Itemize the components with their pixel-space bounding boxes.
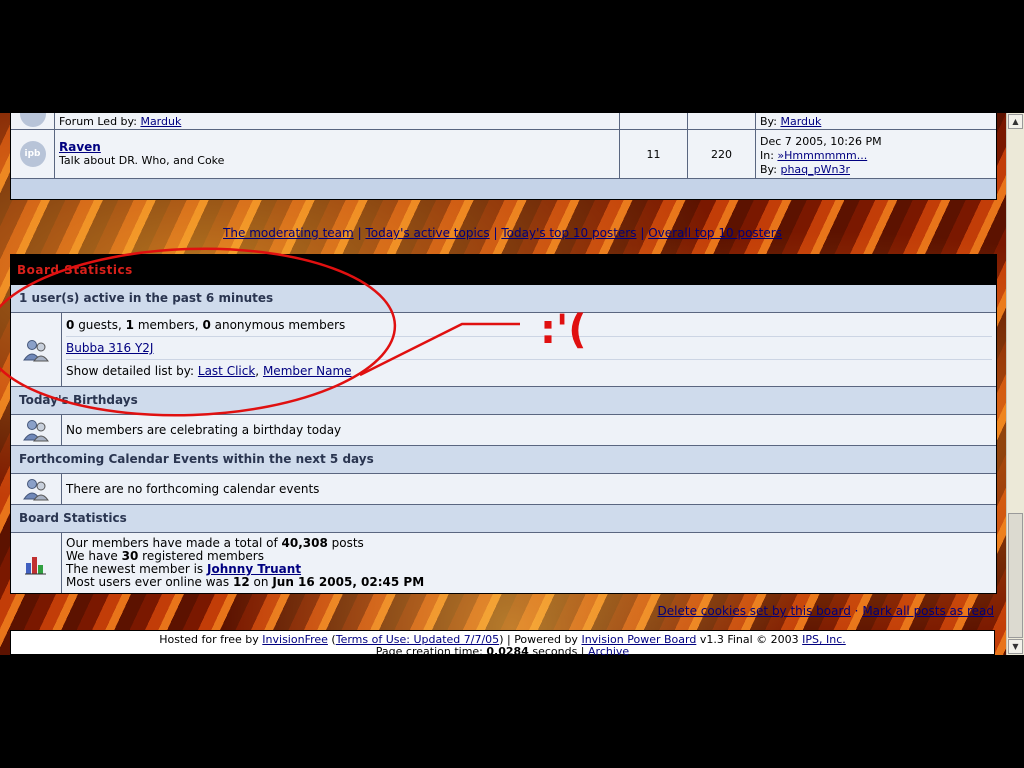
detail-list-label: Show detailed list by: <box>66 364 195 378</box>
vertical-scrollbar[interactable]: ▲ ▼ <box>1006 113 1024 655</box>
forum-topics-count: 11 <box>620 130 688 178</box>
last-post-by-label: By: <box>760 115 777 128</box>
last-post-topic-link[interactable]: »Hmmmmmm... <box>777 149 867 162</box>
ips-link[interactable]: IPS, Inc. <box>802 633 846 646</box>
users-icon <box>11 474 62 504</box>
forum-icon: ipb <box>11 130 55 178</box>
forum-table: Forum Led by: Marduk By: Marduk ipb Rave… <box>10 113 997 200</box>
bar-chart-icon <box>11 533 62 593</box>
active-users-row: 0 guests, 1 members, 0 anonymous members… <box>11 313 996 386</box>
active-user-link[interactable]: Bubba 316 Y2J <box>66 341 153 355</box>
footer-links: Delete cookies set by this board · Mark … <box>657 604 994 618</box>
browser-viewport: Forum Led by: Marduk By: Marduk ipb Rave… <box>0 113 1024 655</box>
forum-title-link[interactable]: Raven <box>59 140 101 154</box>
last-post-by-label: By: <box>760 163 777 176</box>
board-statistics-header: Board Statistics <box>11 255 996 285</box>
calendar-row: There are no forthcoming calendar events <box>11 474 996 504</box>
copyright-bar: Hosted for free by InvisionFree (Terms o… <box>10 630 995 655</box>
last-post-author-link[interactable]: phaq_pWn3r <box>780 163 850 176</box>
active-counts: 0 guests, 1 members, 0 anonymous members <box>66 314 992 337</box>
board-stats-row: Our members have made a total of 40,308 … <box>11 533 996 593</box>
users-icon <box>11 415 62 445</box>
most-online-line: Most users ever online was 12 on Jun 16 … <box>66 575 425 589</box>
users-icon <box>11 313 62 386</box>
delete-cookies-link[interactable]: Delete cookies set by this board <box>658 604 851 618</box>
scroll-up-arrow-icon[interactable]: ▲ <box>1008 114 1023 129</box>
active-users-header: 1 user(s) active in the past 6 minutes <box>11 285 996 313</box>
archive-link[interactable]: Archive <box>588 645 629 656</box>
birthdays-header: Today's Birthdays <box>11 386 996 415</box>
board-stats-subheader: Board Statistics <box>11 504 996 533</box>
forum-row-raven: ipb Raven Talk about DR. Who, and Coke 1… <box>11 130 996 179</box>
scrollbar-thumb[interactable] <box>1008 513 1023 638</box>
forum-row-partial: Forum Led by: Marduk By: Marduk <box>11 113 996 130</box>
sort-last-click-link[interactable]: Last Click <box>198 364 255 378</box>
newest-member-link[interactable]: Johnny Truant <box>207 562 301 576</box>
moderating-team-link[interactable]: The moderating team <box>223 226 354 240</box>
forum-description: Talk about DR. Who, and Coke <box>59 154 225 167</box>
last-post-author-link[interactable]: Marduk <box>780 115 821 128</box>
last-post-date: Dec 7 2005, 10:26 PM <box>760 135 882 148</box>
board-statistics-panel: Board Statistics 1 user(s) active in the… <box>10 254 997 594</box>
forum-replies-count: 220 <box>688 130 756 178</box>
last-post-in-label: In: <box>760 149 774 162</box>
mark-all-read-link[interactable]: Mark all posts as read <box>862 604 994 618</box>
calendar-text: There are no forthcoming calendar events <box>66 482 320 496</box>
scroll-down-arrow-icon[interactable]: ▼ <box>1008 639 1023 654</box>
birthdays-text: No members are celebrating a birthday to… <box>66 423 342 437</box>
ipb-icon: ipb <box>19 141 46 167</box>
forum-leader-link[interactable]: Marduk <box>140 115 181 128</box>
top10-overall-link[interactable]: Overall top 10 posters <box>648 226 782 240</box>
sort-member-name-link[interactable]: Member Name <box>263 364 352 378</box>
invisionfree-link[interactable]: InvisionFree <box>262 633 328 646</box>
forum-led-label: Forum Led by: <box>59 115 137 128</box>
birthdays-row: No members are celebrating a birthday to… <box>11 415 996 445</box>
calendar-header: Forthcoming Calendar Events within the n… <box>11 445 996 474</box>
category-footer <box>11 179 996 199</box>
top10-today-link[interactable]: Today's top 10 posters <box>501 226 636 240</box>
stats-links-row: The moderating team | Today's active top… <box>223 226 782 240</box>
forum-icon <box>11 113 55 129</box>
active-topics-link[interactable]: Today's active topics <box>365 226 489 240</box>
